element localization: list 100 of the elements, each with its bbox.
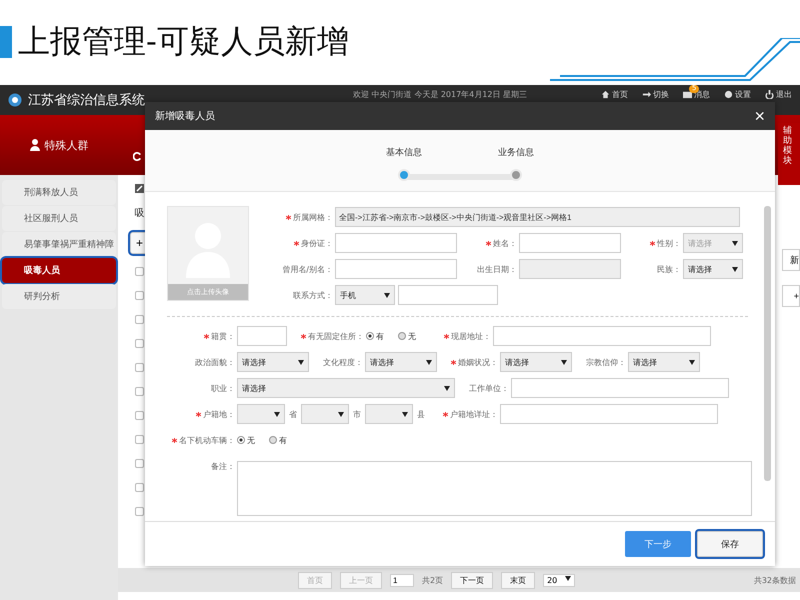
- nav-link[interactable]: 退出: [765, 89, 792, 100]
- field-label: 现居地址：: [451, 330, 491, 342]
- scrollbar[interactable]: [764, 206, 771, 481]
- input-field[interactable]: [335, 233, 457, 253]
- dropdown-value: 请选择: [505, 356, 529, 368]
- note-field[interactable]: [237, 461, 752, 516]
- dropdown[interactable]: [237, 404, 285, 424]
- arrow-icon: [642, 90, 651, 99]
- dropdown[interactable]: [365, 404, 413, 424]
- radio-option[interactable]: 有: [366, 330, 384, 342]
- step-dot[interactable]: [510, 169, 522, 181]
- title-marker: [0, 26, 12, 58]
- required-icon: [286, 214, 291, 220]
- row-checkbox[interactable]: [135, 267, 144, 276]
- dropdown[interactable]: 请选择: [237, 378, 455, 398]
- list-title: 吸: [134, 207, 144, 220]
- row-checkbox[interactable]: [135, 291, 144, 300]
- field-label: 籍贯：: [211, 330, 235, 342]
- field-label: 身份证：: [301, 238, 333, 248]
- page-size-dropdown[interactable]: 20: [543, 574, 576, 586]
- row-checkbox[interactable]: [135, 483, 144, 492]
- dropdown[interactable]: 请选择: [628, 352, 700, 372]
- dropdown[interactable]: 请选择: [237, 352, 309, 372]
- power-icon: [765, 90, 774, 99]
- person-icon: [30, 139, 40, 151]
- expand-button[interactable]: +: [782, 285, 800, 307]
- nav-link[interactable]: 设置: [724, 89, 751, 100]
- sidebar-item[interactable]: 吸毒人员: [2, 258, 116, 283]
- row-checkbox[interactable]: [135, 339, 144, 348]
- dropdown[interactable]: 请选择: [365, 352, 437, 372]
- row-checkbox[interactable]: [135, 315, 144, 324]
- dropdown[interactable]: 请选择: [683, 259, 743, 279]
- radio-option[interactable]: 无: [237, 434, 255, 446]
- save-button[interactable]: 保存: [697, 531, 763, 557]
- sidebar-item[interactable]: 社区服刑人员: [2, 206, 116, 231]
- caret-icon: [274, 412, 280, 416]
- dropdown-value: 请选择: [242, 356, 266, 368]
- dropdown-value: 请选择: [242, 382, 266, 394]
- field-label: 民族：: [657, 264, 681, 274]
- close-button[interactable]: ×: [754, 107, 765, 125]
- caret-icon: [732, 240, 738, 246]
- input-field[interactable]: [237, 326, 287, 346]
- toolbar-button[interactable]: 新: [782, 249, 800, 271]
- radio-option[interactable]: 有: [269, 434, 287, 446]
- caret-icon: [402, 412, 408, 416]
- caret-icon: [338, 412, 344, 416]
- unit-label: 市: [353, 408, 361, 420]
- sidebar-title: 特殊人群: [44, 138, 88, 152]
- field-label: 有无固定住所：: [308, 330, 364, 342]
- required-icon: [443, 412, 448, 416]
- next-page-button[interactable]: 下一页: [451, 572, 494, 588]
- required-icon: [301, 334, 306, 338]
- last-page-button[interactable]: 末页: [501, 572, 536, 588]
- radio-option[interactable]: 无: [398, 330, 416, 342]
- required-icon: [486, 240, 491, 246]
- caret-icon: [689, 360, 695, 364]
- step-dot[interactable]: [398, 169, 410, 181]
- caret-icon: [298, 360, 304, 364]
- sidebar-item[interactable]: 研判分析: [2, 284, 116, 309]
- row-checkbox[interactable]: [135, 459, 144, 468]
- field-label: 曾用名/别名：: [282, 264, 333, 274]
- field-label: 职业：: [211, 382, 235, 394]
- row-checkbox[interactable]: [135, 411, 144, 420]
- dropdown-value: 手机: [340, 290, 356, 300]
- row-checkbox[interactable]: [135, 387, 144, 396]
- input-field[interactable]: [493, 326, 711, 346]
- caret-icon: [565, 576, 572, 580]
- row-checkbox[interactable]: [135, 435, 144, 444]
- field-label: 联系方式：: [293, 290, 333, 300]
- input-field[interactable]: [398, 285, 498, 305]
- field-label: 户籍地详址：: [450, 408, 498, 420]
- unit-label: 省: [289, 408, 297, 420]
- input-field[interactable]: [519, 233, 621, 253]
- input-field[interactable]: [335, 259, 457, 279]
- dropdown-value: 请选择: [688, 264, 712, 274]
- field-label: 性别：: [657, 238, 681, 248]
- required-icon: [172, 438, 177, 442]
- row-checkbox[interactable]: [135, 507, 144, 516]
- row-checkbox[interactable]: [135, 363, 144, 372]
- field-label: 备注：: [211, 461, 235, 472]
- page-input[interactable]: 1: [390, 574, 414, 586]
- dropdown[interactable]: 请选择: [500, 352, 572, 372]
- dialog-title: 新增吸毒人员: [155, 110, 215, 123]
- required-icon: [444, 334, 449, 338]
- nav-link[interactable]: 切换: [642, 89, 669, 100]
- sidebar-item[interactable]: 刑满释放人员: [2, 180, 116, 205]
- dropdown[interactable]: 手机: [335, 285, 395, 305]
- sidebar-item[interactable]: 易肇事肇祸严重精神障: [2, 232, 116, 257]
- dropdown-value: 请选择: [370, 356, 394, 368]
- caret-icon: [426, 360, 432, 364]
- field-label: 姓名：: [493, 238, 517, 248]
- required-icon: [204, 334, 209, 338]
- nav-link[interactable]: 首页: [601, 89, 628, 100]
- side-tab[interactable]: 辅助模块: [778, 123, 800, 185]
- field-label: 婚姻状况：: [458, 356, 498, 368]
- dropdown[interactable]: [301, 404, 349, 424]
- field-label: 名下机动车辆：: [179, 434, 235, 446]
- field-label: 宗教信仰：: [586, 356, 626, 368]
- input-field[interactable]: [500, 404, 718, 424]
- input-field[interactable]: [511, 378, 729, 398]
